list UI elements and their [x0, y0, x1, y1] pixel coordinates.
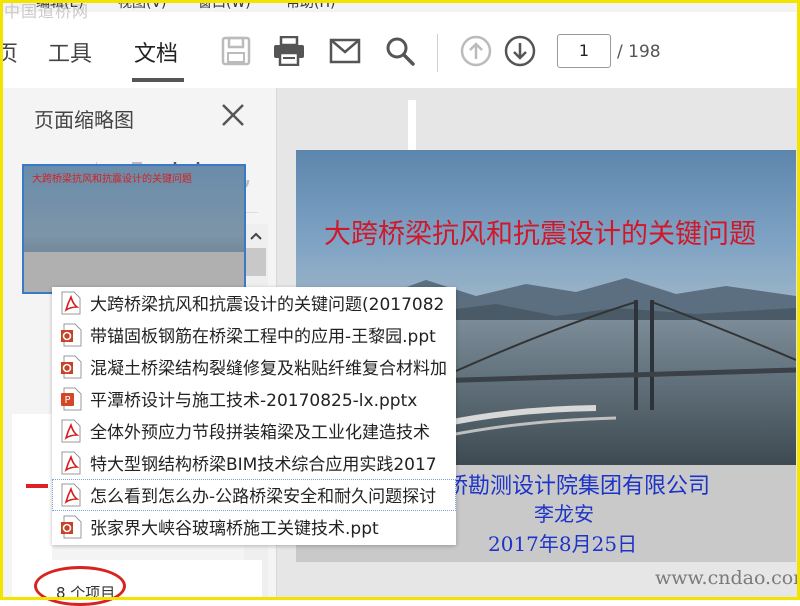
file-name: 大跨桥梁抗风和抗震设计的关键问题(2017082	[90, 295, 445, 315]
page-total: / 198	[617, 42, 661, 62]
toolbar-divider	[437, 34, 438, 72]
pptx-file-icon: P	[61, 387, 82, 411]
pdf-file-icon	[61, 419, 81, 443]
next-page-icon[interactable]	[503, 34, 537, 68]
slide-organization: 桥勘测设计院集团有限公司	[446, 474, 711, 499]
mail-icon[interactable]	[328, 34, 362, 68]
thumbnail-footer	[24, 252, 244, 292]
list-item[interactable]: P 平潭桥设计与施工技术-20170825-lx.pptx	[52, 383, 456, 415]
tab-tools[interactable]: 工具	[48, 36, 92, 68]
ppt-file-icon	[61, 355, 82, 379]
list-item[interactable]: 大跨桥梁抗风和抗震设计的关键问题(2017082	[52, 287, 456, 319]
file-name: 特大型钢结构桥梁BIM技术综合应用实践2017	[90, 455, 437, 475]
file-name: 张家界大峡谷玻璃桥施工关键技术.ppt	[90, 519, 379, 539]
ppt-file-icon	[61, 323, 82, 347]
file-name: 怎么看到怎么办-公路桥梁安全和耐久问题探讨	[90, 487, 437, 507]
tab-document[interactable]: 文档	[134, 36, 178, 68]
sidebar-title: 页面缩略图	[34, 108, 134, 132]
page-thumbnail[interactable]: 大跨桥梁抗风和抗震设计的关键问题	[22, 164, 246, 294]
slide-author: 李龙安	[534, 502, 594, 526]
print-icon[interactable]	[272, 34, 306, 68]
menu-help[interactable]: 帮助(H)	[286, 0, 335, 12]
list-item[interactable]: 带锚固板钢筋在桥梁工程中的应用-王黎园.ppt	[52, 319, 456, 351]
svg-text:P: P	[64, 395, 70, 406]
toolbar: 页 工具 文档 1 / 198	[0, 12, 800, 89]
watermark-logo-top: 中国道桥网	[4, 2, 90, 21]
pdf-file-icon	[61, 451, 81, 475]
highlight-ellipse	[34, 566, 126, 606]
file-list-popup: 大跨桥梁抗风和抗震设计的关键问题(2017082 带锚固板钢筋在桥梁工程中的应用…	[52, 287, 456, 545]
prev-page-icon[interactable]	[459, 34, 493, 68]
menu-bar: 编辑(E) 视图(V) 窗口(W) 帮助(H)	[0, 0, 800, 12]
ppt-file-icon	[61, 515, 82, 539]
file-name: 全体外预应力节段拼装箱梁及工业化建造技术	[90, 423, 430, 443]
slide-date: 2017年8月25日	[488, 532, 638, 556]
list-item[interactable]: 全体外预应力节段拼装箱梁及工业化建造技术	[52, 415, 456, 447]
red-mark	[26, 484, 48, 488]
list-item[interactable]: 混凝土桥梁结构裂缝修复及粘贴纤维复合材料加	[52, 351, 456, 383]
scroll-up-icon[interactable]	[244, 224, 268, 248]
slide-title: 大跨桥梁抗风和抗震设计的关键问题	[324, 219, 756, 250]
list-item-selected[interactable]: 怎么看到怎么办-公路桥梁安全和耐久问题探讨	[52, 479, 456, 511]
pdf-file-icon	[61, 291, 81, 315]
search-icon[interactable]	[383, 34, 417, 68]
page-number-input[interactable]: 1	[557, 34, 611, 68]
menu-window[interactable]: 窗口(W)	[198, 0, 251, 12]
save-icon[interactable]	[219, 34, 253, 68]
list-item[interactable]: 特大型钢结构桥梁BIM技术综合应用实践2017	[52, 447, 456, 479]
list-item[interactable]: 张家界大峡谷玻璃桥施工关键技术.ppt	[52, 511, 456, 543]
file-name: 混凝土桥梁结构裂缝修复及粘贴纤维复合材料加	[90, 359, 447, 379]
pdf-file-icon	[61, 483, 81, 507]
scrollbar-thumb[interactable]	[246, 248, 266, 276]
active-tab-underline	[132, 78, 184, 82]
thumbnail-title: 大跨桥梁抗风和抗震设计的关键问题	[32, 174, 192, 185]
tab-home-partial[interactable]: 页	[0, 36, 18, 68]
file-name: 带锚固板钢筋在桥梁工程中的应用-王黎园.ppt	[90, 327, 436, 347]
watermark-bottom: www.cndao.com	[655, 567, 800, 589]
file-name: 平潭桥设计与施工技术-20170825-lx.pptx	[90, 391, 418, 411]
close-icon[interactable]	[220, 102, 246, 128]
menu-view[interactable]: 视图(V)	[118, 0, 167, 12]
